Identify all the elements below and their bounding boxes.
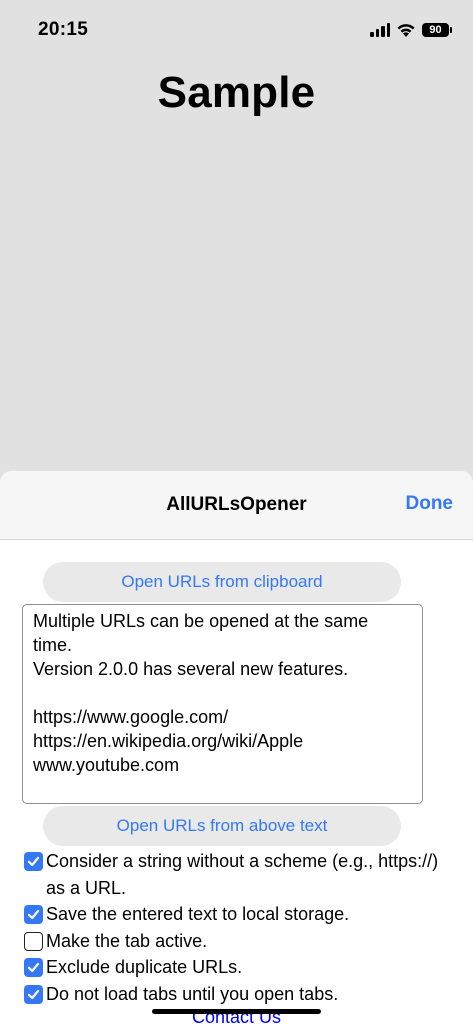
checkbox-checked-icon[interactable] <box>24 958 43 977</box>
status-time: 20:15 <box>38 19 89 40</box>
signal-icon <box>370 23 390 37</box>
option-exclude-duplicates[interactable]: Exclude duplicate URLs. <box>22 954 452 981</box>
share-sheet: AllURLsOpener Done Open URLs from clipbo… <box>0 471 473 1024</box>
option-lazy-load[interactable]: Do not load tabs until you open tabs. <box>22 981 452 1008</box>
open-above-text-button[interactable]: Open URLs from above text <box>43 806 401 846</box>
url-text-area[interactable]: Multiple URLs can be opened at the same … <box>22 604 423 804</box>
options-list: Consider a string without a scheme (e.g.… <box>22 848 452 1007</box>
option-no-scheme[interactable]: Consider a string without a scheme (e.g.… <box>22 848 452 901</box>
option-tab-active[interactable]: Make the tab active. <box>22 928 452 955</box>
option-label: Exclude duplicate URLs. <box>46 957 243 977</box>
option-save-text[interactable]: Save the entered text to local storage. <box>22 901 452 928</box>
home-indicator <box>152 1009 321 1014</box>
open-clipboard-button[interactable]: Open URLs from clipboard <box>43 562 401 602</box>
battery-icon: 90 <box>422 23 452 37</box>
page-title: Sample <box>157 68 316 117</box>
option-label: Do not load tabs until you open tabs. <box>46 983 339 1004</box>
sheet-title: AllURLsOpener <box>166 494 307 515</box>
done-button[interactable]: Done <box>406 493 454 515</box>
status-bar: 20:15 90 <box>0 0 473 58</box>
checkbox-checked-icon[interactable] <box>24 984 43 1004</box>
checkbox-unchecked-icon[interactable] <box>24 931 43 951</box>
wifi-icon <box>397 24 415 37</box>
checkbox-checked-icon[interactable] <box>24 852 43 871</box>
checkbox-checked-icon[interactable] <box>24 905 43 924</box>
status-icons: 90 <box>370 20 452 40</box>
sheet-header: AllURLsOpener Done <box>0 471 473 540</box>
option-label: Consider a string without a scheme (e.g.… <box>46 851 439 898</box>
option-label: Make the tab active. <box>46 930 208 951</box>
option-label: Save the entered text to local storage. <box>46 904 350 924</box>
